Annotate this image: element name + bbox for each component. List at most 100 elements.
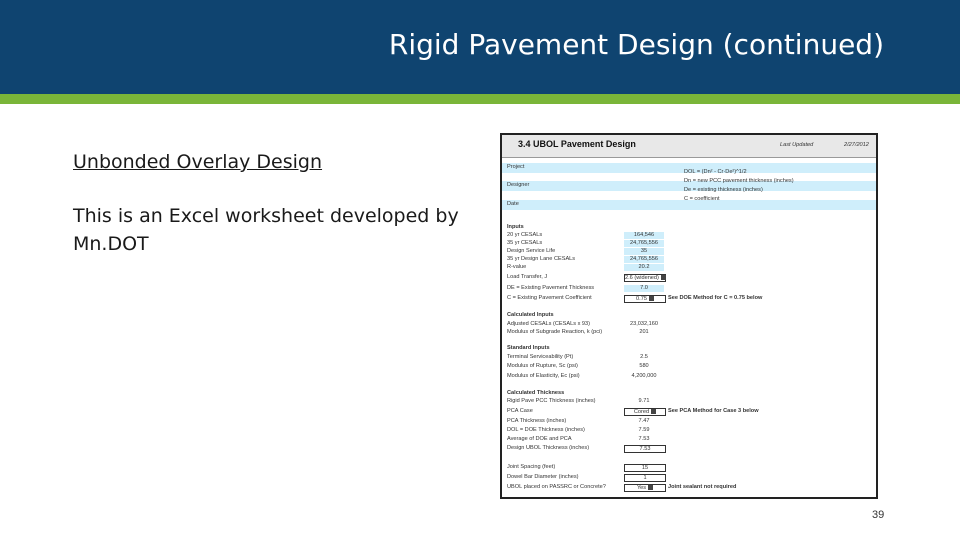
row-label: Terminal Serviceability (Pt) (507, 354, 574, 360)
row-label: Joint Spacing (feet) (507, 464, 556, 470)
section-label: Standard Inputs (507, 345, 550, 351)
sheet-row: 35 yr Design Lane CESALs 24,765,556 (502, 256, 876, 263)
bottom-note: Joint sealant not required (668, 484, 737, 490)
row-label: Rigid Pave PCC Thickness (inches) (507, 398, 596, 404)
row-label: C = Existing Pavement Coefficient (507, 295, 592, 301)
sheet-row: R-value 20.2 (502, 264, 876, 271)
sheet-row: Modulus of Rupture, Sc (psi) 580 (502, 363, 876, 370)
section-label: Calculated Thickness (507, 390, 565, 396)
sheet-row: DOL = DOE Thickness (inches) 7.59 (502, 427, 876, 434)
row-label: DOL = DOE Thickness (inches) (507, 427, 585, 433)
row-value: 7.47 (638, 418, 650, 424)
row-value: 580 (639, 363, 649, 369)
sheet-row: PCA Thickness (inches) 7.47 (502, 418, 876, 425)
row-value: 9.71 (638, 398, 650, 404)
row-label: Modulus of Rupture, Sc (psi) (507, 363, 578, 369)
body-text: This is an Excel worksheet developed by … (73, 205, 459, 255)
row-value: 20.2 (624, 264, 664, 271)
page-number: 39 (872, 509, 885, 521)
project-label: Project (507, 164, 525, 170)
dropdown-arrow-icon (648, 485, 654, 491)
row-value: 7.53 (624, 445, 666, 453)
row-label: PCA Thickness (inches) (507, 418, 567, 424)
row-label: 20 yr CESALs (507, 232, 543, 238)
sheet-row: Design UBOL Thickness (inches) 7.53 (502, 445, 876, 453)
section-calculated-thickness: Calculated Thickness (502, 390, 876, 397)
dropdown-arrow-icon (648, 296, 654, 302)
load-transfer-dropdown: 2.6 (widened) (624, 274, 666, 282)
sheet-row: Load Transfer, J 2.6 (widened) (502, 274, 876, 282)
sheet-row: UBOL placed on PASSRC or Concrete? Yes Joi… (502, 484, 876, 492)
row-label: 35 yr CESALs (507, 240, 543, 246)
row-label: DE = Existing Pavement Thickness (507, 285, 595, 291)
row-value: 23,032,160 (630, 321, 658, 327)
coefficient-dropdown: 0.75 (624, 295, 666, 303)
sheet-row: Design Service Life 35 (502, 248, 876, 255)
section-inputs: Inputs (502, 224, 876, 231)
sheet-row: Modulus of Elasticity, Ec (psi) 4,200,000 (502, 373, 876, 380)
row-label: 35 yr Design Lane CESALs (507, 256, 576, 262)
section-label: Inputs (507, 224, 524, 230)
ubol-dropdown: Yes (624, 484, 666, 492)
dropdown-arrow-icon (651, 409, 657, 415)
row-value: 35 (624, 248, 664, 255)
excel-worksheet-image: 3.4 UBOL Pavement Design Last Updated 2/… (500, 133, 878, 499)
sheet-row: Dowel Bar Diameter (inches) 1 (502, 474, 876, 482)
sheet-row: PCA Case Cored See PCA Method for Case 3 b… (502, 408, 876, 416)
row-label: Design UBOL Thickness (inches) (507, 445, 590, 451)
row-label: Load Transfer, J (507, 274, 548, 280)
section-standard-inputs: Standard Inputs (502, 345, 876, 352)
equation-line: De = existing thickness (inches) (684, 187, 763, 193)
row-value: 201 (639, 329, 649, 335)
designer-label: Designer (507, 182, 530, 188)
sheet-row: C = Existing Pavement Coefficient 0.75 See… (502, 295, 876, 303)
subheading: Unbonded Overlay Design (73, 151, 323, 173)
equation-line: Dn = new PCC pavement thickness (inches) (684, 178, 794, 184)
slide-title: Rigid Pavement Design (continued) (388, 28, 884, 61)
row-label: Modulus of Subgrade Reaction, k (pci) (507, 329, 603, 335)
row-value: 24,765,556 (624, 240, 664, 247)
row-value: 2.5 (640, 354, 648, 360)
row-value: 15 (624, 464, 666, 472)
accent-stripe (0, 94, 960, 104)
date-label: Date (507, 201, 519, 207)
sheet-row: Terminal Serviceability (Pt) 2.5 (502, 354, 876, 361)
row-value: 7.0 (624, 285, 664, 292)
row-label: UBOL placed on PASSRC or Concrete? (507, 484, 606, 490)
row-label: Average of DOE and PCA (507, 436, 572, 442)
sheet-row: Rigid Pave PCC Thickness (inches) 9.71 (502, 398, 876, 405)
row-label: Design Service Life (507, 248, 556, 254)
equation-line: DOL = (Dn² - Cr·De²)^1/2 (684, 169, 747, 175)
row-value: 7.59 (638, 427, 650, 433)
sheet-title: 3.4 UBOL Pavement Design (518, 139, 636, 149)
last-updated-value: 2/27/2012 (844, 142, 869, 148)
inputs-note: See DOE Method for C = 0.75 below (668, 295, 763, 301)
row-value: 4,200,000 (631, 373, 657, 379)
last-updated-label: Last Updated (780, 142, 814, 148)
row-value: 1 (624, 474, 666, 482)
sheet-row: Adjusted CESALs (CESALs x 93) 23,032,160 (502, 321, 876, 328)
row-label: PCA Case (507, 408, 533, 414)
row-value: 164,546 (624, 232, 664, 239)
dropdown-arrow-icon (660, 275, 666, 281)
sheet-row: DE = Existing Pavement Thickness 7.0 (502, 285, 876, 292)
row-label: R-value (507, 264, 527, 270)
dropdown-value: 0.75 (636, 296, 647, 302)
row-value: 7.53 (638, 436, 650, 442)
sheet-row: Joint Spacing (feet) 15 (502, 464, 876, 472)
row-value: 24,765,556 (624, 256, 664, 263)
sheet-row: Average of DOE and PCA 7.53 (502, 436, 876, 443)
sheet-row: 20 yr CESALs 164,546 (502, 232, 876, 239)
row-label: Adjusted CESALs (CESALs x 93) (507, 321, 591, 327)
row-label: Modulus of Elasticity, Ec (psi) (507, 373, 580, 379)
section-label: Calculated Inputs (507, 312, 554, 318)
equation-line: C = coefficient (684, 196, 720, 202)
pca-case-dropdown: Cored (624, 408, 666, 416)
sheet-row: Modulus of Subgrade Reaction, k (pci) 201 (502, 329, 876, 336)
sheet-row: 35 yr CESALs 24,765,556 (502, 240, 876, 247)
row-label: Dowel Bar Diameter (inches) (507, 474, 579, 480)
dropdown-value: Cored (633, 409, 650, 415)
section-calculated-inputs: Calculated Inputs (502, 312, 876, 319)
pca-note: See PCA Method for Case 3 below (668, 408, 759, 414)
dropdown-value: Yes (636, 485, 647, 491)
